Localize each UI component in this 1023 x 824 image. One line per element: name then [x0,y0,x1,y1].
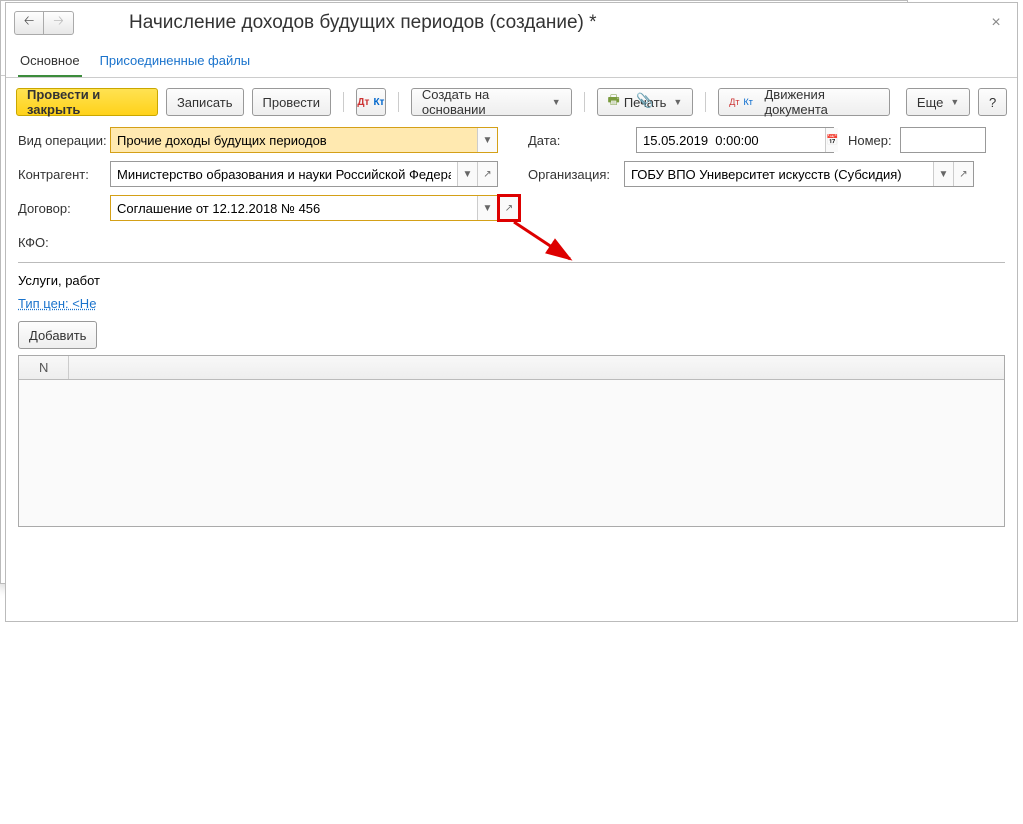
add-button[interactable]: Добавить [18,321,97,349]
more-label: Еще [917,95,943,110]
counterparty-input[interactable] [111,162,457,186]
number-field[interactable] [900,127,986,153]
dropdown-icon[interactable]: ▼ [457,162,477,186]
open-icon[interactable]: ↗ [953,162,973,186]
create-based-label: Создать на основании [422,87,545,117]
movements-label: Движения документа [764,87,878,117]
counterparty-field[interactable]: ▼ ↗ [110,161,498,187]
debit-credit-button[interactable]: ДтКт [356,88,386,116]
print-icon: 🖶 [608,91,620,113]
main-titlebar: 🡠 🡢 Начисление доходов будущих периодов … [6,3,1017,43]
main-window-title: Начисление доходов будущих периодов (соз… [129,12,597,34]
number-label: Номер: [848,133,892,148]
divider [705,92,706,112]
nav-back-button[interactable]: 🡠 [14,11,44,35]
date-input[interactable] [637,128,825,152]
contract-open-highlight[interactable]: ↗ [497,194,521,222]
divider [398,92,399,112]
number-input[interactable] [901,128,1023,152]
org-field[interactable]: ▼ ↗ [624,161,974,187]
tab-main[interactable]: Основное [18,48,82,77]
counterparty-label: Контрагент: [18,167,110,182]
dropdown-icon[interactable]: ▼ [933,162,953,186]
more-button[interactable]: Еще▼ [906,88,970,116]
services-tab-label: Услуги, работ [18,269,1005,292]
org-label: Организация: [528,167,624,182]
open-icon[interactable]: ↗ [500,197,518,219]
date-field[interactable]: 📅 [636,127,834,153]
op-type-input[interactable] [111,128,477,152]
save-button[interactable]: Записать [166,88,244,116]
divider [343,92,344,112]
op-type-label: Вид операции: [18,133,110,148]
date-label: Дата: [528,133,578,148]
kfo-label: КФО: [18,235,110,250]
paperclip-icon: 📎 [636,92,653,109]
nav-forward-button[interactable]: 🡢 [44,11,74,35]
contract-input[interactable] [111,196,477,220]
create-based-button[interactable]: Создать на основании▼ [411,88,572,116]
org-input[interactable] [625,162,933,186]
price-type-link[interactable]: Тип цен: <Не [18,296,96,311]
grid-table: N [18,355,1005,527]
close-icon[interactable]: × [987,14,1005,32]
op-type-field[interactable]: ▼ [110,127,498,153]
contract-field[interactable]: ▼ [110,195,498,221]
tab-files[interactable]: Присоединенные файлы [98,48,253,77]
open-icon[interactable]: ↗ [477,162,497,186]
post-close-button[interactable]: Провести и закрыть [16,88,158,116]
main-form: Вид операции: ▼ Дата: 📅 Номер: Контраген… [6,126,1017,256]
main-tabs: Основное Присоединенные файлы [6,43,1017,78]
dropdown-icon[interactable]: ▼ [477,128,497,152]
main-window: 🡠 🡢 Начисление доходов будущих периодов … [5,2,1018,622]
post-button[interactable]: Провести [252,88,332,116]
help-button[interactable]: ? [978,88,1007,116]
contract-label: Договор: [18,201,110,216]
movements-button[interactable]: ДтКт Движения документа [718,88,890,116]
grid-col-n: N [19,356,69,379]
main-toolbar: Провести и закрыть Записать Провести ДтК… [6,78,1017,126]
calendar-icon[interactable]: 📅 [825,128,838,152]
dropdown-icon[interactable]: ▼ [477,196,497,220]
divider [584,92,585,112]
